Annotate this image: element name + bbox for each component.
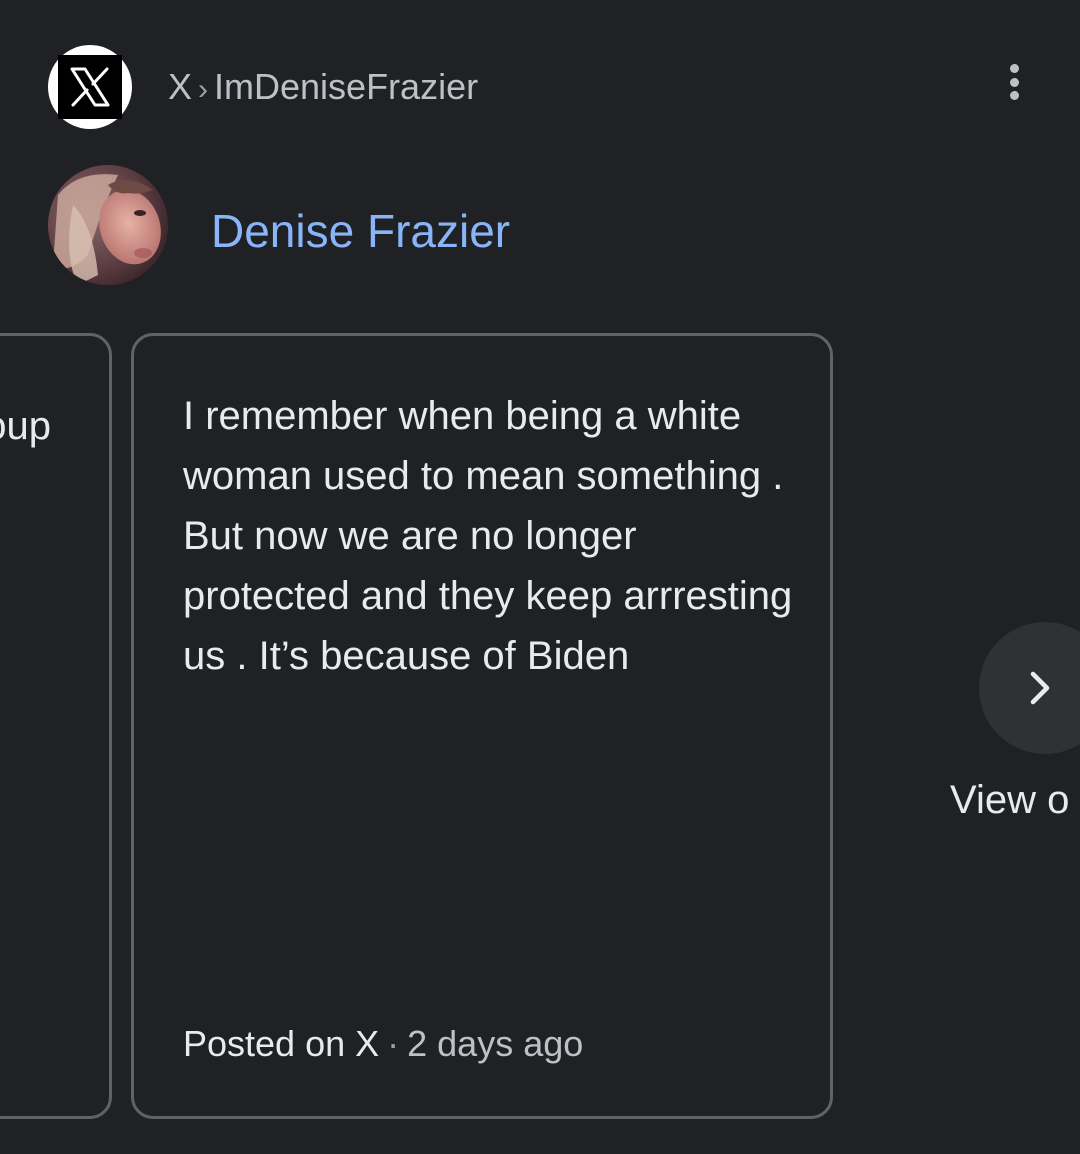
post-meta: Posted on X · 2 days ago: [183, 1020, 583, 1068]
search-result-page: X › ImDeniseFrazier Denise Frazier up I …: [0, 0, 1080, 1154]
chevron-right-icon: [1030, 671, 1050, 705]
x-glyph-icon: [70, 67, 110, 107]
next-button[interactable]: [979, 622, 1080, 754]
breadcrumb-site: X: [168, 66, 193, 107]
posted-on-label: Posted on X: [183, 1023, 380, 1064]
more-vertical-icon: [1009, 64, 1019, 73]
post-card[interactable]: I remember when being a white woman used…: [131, 333, 833, 1119]
breadcrumb-separator: ›: [198, 73, 209, 106]
post-timestamp: 2 days ago: [407, 1023, 584, 1064]
post-text: I remember when being a white woman used…: [183, 394, 793, 678]
author-name-link[interactable]: Denise Frazier: [211, 203, 510, 259]
breadcrumb-handle: ImDeniseFrazier: [214, 66, 479, 107]
view-more-label[interactable]: View o: [950, 776, 1069, 824]
meta-separator: ·: [387, 1023, 400, 1064]
avatar[interactable]: [48, 165, 168, 285]
previous-post-text: oup: [0, 404, 51, 448]
more-options-button[interactable]: [994, 56, 1034, 108]
x-logo-icon[interactable]: [48, 45, 132, 129]
breadcrumb[interactable]: X › ImDeniseFrazier: [168, 66, 478, 111]
previous-post-card[interactable]: oup: [0, 333, 112, 1119]
profile-photo-icon: [48, 165, 168, 285]
